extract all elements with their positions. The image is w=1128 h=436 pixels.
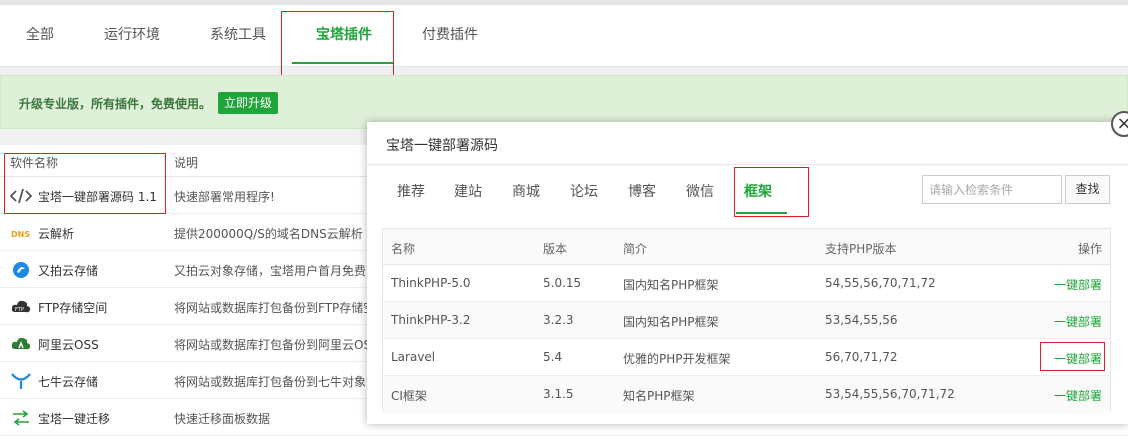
plugin-name: FTP存储空间 — [38, 301, 108, 315]
header-action: 操作 — [1077, 242, 1102, 256]
dialog-title: 宝塔一键部署源码 — [386, 138, 498, 154]
plugin-desc: 将网站或数据库打包备份到阿里云OS — [174, 338, 372, 352]
aliyun-icon — [11, 337, 31, 350]
one-click-deploy-link[interactable]: 一键部署 — [1054, 276, 1102, 293]
source-php: 54,55,56,70,71,72 — [825, 276, 936, 290]
upyun-icon — [13, 262, 29, 278]
highlight-box-tab — [281, 11, 394, 76]
source-name: Laravel — [391, 350, 436, 364]
highlight-box-plugin — [4, 153, 166, 214]
source-version: 5.4 — [543, 350, 563, 364]
category-tabbar: 全部 运行环境 系统工具 宝塔插件 付费插件 — [0, 5, 1128, 67]
source-intro: 国内知名PHP框架 — [623, 278, 719, 292]
plugin-desc: 又拍云对象存储，宝塔用户首月免费 — [174, 264, 367, 278]
one-click-deploy-link[interactable]: 一键部署 — [1054, 387, 1102, 404]
highlight-box-framework-tab — [734, 167, 809, 217]
svg-text:DNS: DNS — [11, 230, 30, 239]
dialog-tab-recommended[interactable]: 推荐 — [397, 181, 425, 201]
dialog-tab-wechat[interactable]: 微信 — [686, 181, 714, 201]
header-intro: 简介 — [623, 242, 648, 256]
dialog-tab-forum[interactable]: 论坛 — [570, 181, 598, 201]
plugin-name: 又拍云存储 — [38, 264, 99, 278]
source-version: 3.1.5 — [543, 387, 574, 401]
upgrade-now-button[interactable]: 立即升级 — [218, 92, 279, 114]
dialog-header: 宝塔一键部署源码 — [367, 122, 1128, 165]
migrate-icon — [13, 410, 29, 426]
tab-system-tools[interactable]: 系统工具 — [210, 5, 266, 67]
deploy-source-dialog: 宝塔一键部署源码 推荐 建站 商城 论坛 博客 微信 框架 查找 名称 版本 简… — [367, 122, 1128, 424]
dns-icon: DNS — [11, 230, 30, 239]
header-php-version: 支持PHP版本 — [825, 242, 897, 256]
plugin-desc: 将网站或数据库打包备份到FTP存储空 — [174, 301, 376, 315]
dialog-tab-shop[interactable]: 商城 — [512, 181, 540, 201]
header-description: 说明 — [174, 156, 199, 170]
source-intro: 国内知名PHP框架 — [623, 315, 719, 329]
plugin-name: 云解析 — [38, 227, 75, 241]
plugin-desc: 快速迁移面板数据 — [174, 412, 271, 426]
plugin-name: 七牛云存储 — [38, 375, 99, 389]
svg-text:FTP: FTP — [15, 307, 24, 313]
plugin-desc: 快速部署常用程序! — [174, 190, 275, 204]
table-row: ThinkPHP-5.0 5.0.15 国内知名PHP框架 54,55,56,7… — [383, 265, 1110, 302]
plugin-name: 宝塔一键迁移 — [38, 412, 111, 426]
search-button[interactable]: 查找 — [1065, 175, 1110, 204]
table-row: CI框架 3.1.5 知名PHP框架 53,54,55,56,70,71,72 … — [383, 376, 1110, 413]
tab-paid-plugins[interactable]: 付费插件 — [422, 5, 478, 67]
source-intro: 优雅的PHP开发框架 — [623, 352, 731, 366]
source-name: CI框架 — [391, 389, 427, 403]
source-intro: 知名PHP框架 — [623, 389, 695, 403]
search-input[interactable] — [922, 175, 1062, 204]
highlight-box-deploy — [1040, 342, 1105, 371]
plugin-name: 阿里云OSS — [38, 338, 99, 352]
source-php: 56,70,71,72 — [825, 350, 898, 364]
source-php: 53,54,55,56,70,71,72 — [825, 387, 955, 401]
source-name: ThinkPHP-3.2 — [391, 313, 471, 327]
source-version: 3.2.3 — [543, 313, 574, 327]
source-name: ThinkPHP-5.0 — [391, 276, 471, 290]
plugin-desc: 将网站或数据库打包备份到七牛对象 — [174, 375, 367, 389]
table-row: ThinkPHP-3.2 3.2.3 国内知名PHP框架 53,54,55,56… — [383, 302, 1110, 339]
header-version: 版本 — [543, 242, 568, 256]
table-row: Laravel 5.4 优雅的PHP开发框架 56,70,71,72 一键部署 — [383, 339, 1110, 376]
source-table-header: 名称 版本 简介 支持PHP版本 操作 — [383, 229, 1110, 265]
upgrade-banner: 升级专业版，所有插件，免费使用。 立即升级 — [0, 75, 1128, 129]
one-click-deploy-link[interactable]: 一键部署 — [1054, 313, 1102, 330]
source-version: 5.0.15 — [543, 276, 582, 290]
tab-runtime[interactable]: 运行环境 — [104, 5, 160, 67]
ftp-icon: FTP — [11, 300, 31, 313]
dialog-tab-blog[interactable]: 博客 — [628, 181, 656, 201]
dialog-tab-website[interactable]: 建站 — [454, 181, 482, 201]
qiniu-icon — [11, 373, 31, 389]
tab-all[interactable]: 全部 — [26, 5, 54, 67]
header-name: 名称 — [391, 242, 416, 256]
source-php: 53,54,55,56 — [825, 313, 898, 327]
upgrade-banner-text: 升级专业版，所有插件，免费使用。 — [19, 97, 212, 111]
source-table: 名称 版本 简介 支持PHP版本 操作 ThinkPHP-5.0 5.0.15 … — [382, 228, 1111, 413]
plugin-desc: 提供200000Q/S的域名DNS云解析 — [174, 227, 363, 241]
